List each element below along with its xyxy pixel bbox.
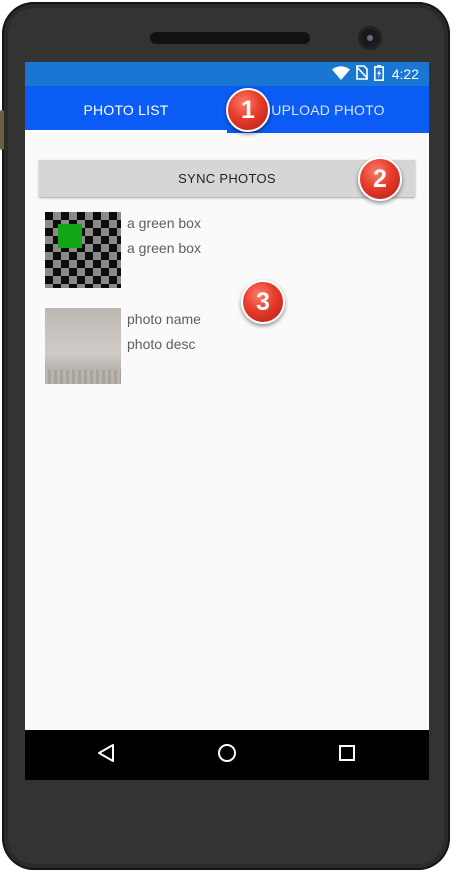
no-sim-icon [355,65,369,83]
home-button[interactable] [197,730,257,780]
callout-badge-3: 3 [241,280,285,324]
back-button[interactable] [76,730,136,780]
callout-badge-1: 1 [226,88,270,132]
tab-photo-list[interactable]: PHOTO LIST [25,86,227,133]
wifi-icon [331,65,350,83]
navigation-bar [25,730,429,780]
home-icon [217,743,237,768]
tab-photo-list-label: PHOTO LIST [83,101,169,118]
front-camera-icon [358,26,382,50]
recents-button[interactable] [317,730,377,780]
photo-list: SYNC PHOTOS a green box a green box phot… [25,133,429,730]
back-icon [97,743,115,768]
earpiece-speaker [150,32,310,44]
green-box [58,224,82,248]
photo-thumbnail [45,308,121,384]
side-button [0,110,4,150]
list-item[interactable]: a green box a green box [45,212,415,288]
photo-title: photo name [127,311,201,327]
recents-icon [338,744,356,767]
photo-thumbnail [45,212,121,288]
status-time: 4:22 [391,66,419,82]
callout-badge-2: 2 [358,157,402,201]
battery-charging-icon [373,64,384,84]
photo-description: a green box [127,240,201,256]
list-item[interactable]: photo name photo desc [45,308,415,384]
status-bar: 4:22 [25,62,429,86]
photo-title: a green box [127,215,201,231]
photo-description: photo desc [127,336,196,352]
tab-upload-photo-label: UPLOAD PHOTO [271,101,385,118]
